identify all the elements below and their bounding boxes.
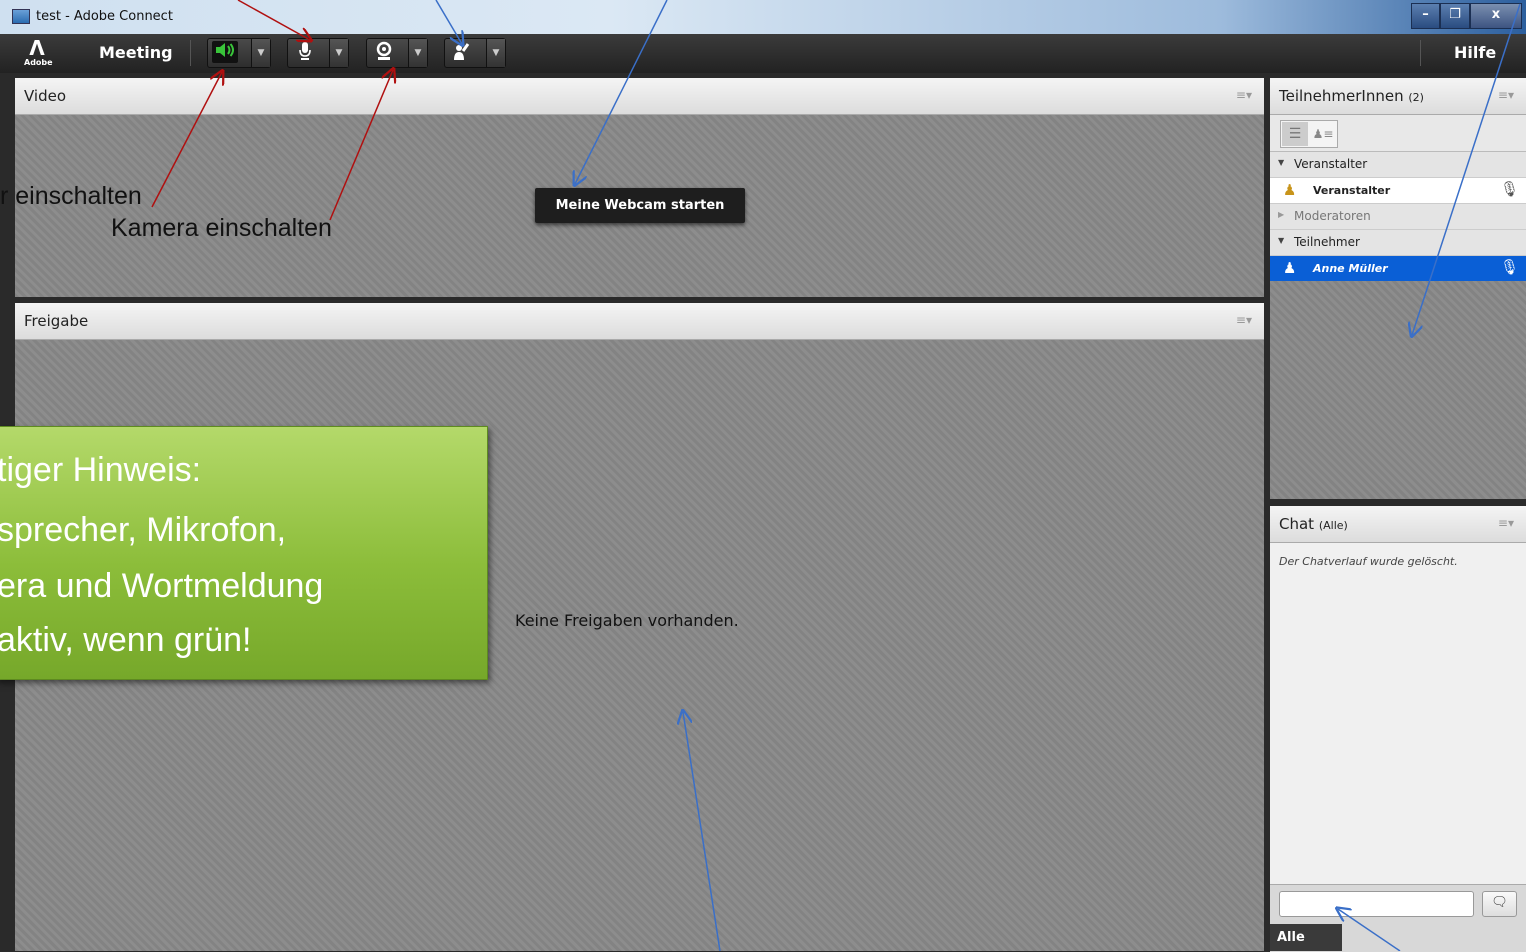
group-label: Teilnehmer bbox=[1294, 235, 1360, 249]
video-pod-title: Video bbox=[24, 87, 67, 105]
speaker-dropdown-icon[interactable]: ▼ bbox=[251, 39, 270, 67]
attendee-name: Anne Müller bbox=[1313, 262, 1388, 275]
pod-options-icon[interactable]: ≡▾ bbox=[1236, 88, 1252, 102]
connect-menubar: Λ Adobe Meeting ▼ ▼ ▼ ▼ Hilfe bbox=[0, 34, 1526, 73]
hint-line: aktiv, wenn grün! bbox=[0, 621, 252, 659]
expand-icon: ▼ bbox=[1278, 158, 1285, 167]
close-button[interactable]: x bbox=[1470, 3, 1522, 29]
app-icon bbox=[12, 9, 30, 24]
microphone-dropdown-icon[interactable]: ▼ bbox=[329, 39, 348, 67]
chat-recipient-tab[interactable]: Alle bbox=[1270, 924, 1342, 951]
chat-input[interactable] bbox=[1279, 891, 1474, 917]
raise-hand-icon bbox=[449, 41, 475, 63]
microphone-icon bbox=[292, 41, 318, 63]
mic-status-icon: 🎙 bbox=[1500, 258, 1520, 276]
attendee-name: Veranstalter bbox=[1313, 184, 1391, 197]
chat-message: Der Chatverlauf wurde gelöscht. bbox=[1279, 555, 1458, 568]
speaker-icon bbox=[212, 41, 238, 63]
window-title: test - Adobe Connect bbox=[36, 9, 173, 24]
chat-recipient-label: Alle bbox=[1277, 930, 1305, 945]
pod-options-icon[interactable]: ≡▾ bbox=[1498, 516, 1514, 530]
raise-hand-toggle[interactable]: ▼ bbox=[444, 38, 506, 68]
hint-line: tiger Hinweis: bbox=[0, 451, 202, 489]
microphone-toggle[interactable]: ▼ bbox=[287, 38, 349, 68]
annotation-hint-box: tiger Hinweis: sprecher, Mikrofon, era u… bbox=[0, 426, 488, 680]
status-view-icon[interactable]: ♟≡ bbox=[1310, 122, 1336, 146]
chat-pod: Chat (Alle) ≡▾ Der Chatverlauf wurde gel… bbox=[1270, 506, 1526, 952]
raise-hand-dropdown-icon[interactable]: ▼ bbox=[486, 39, 505, 67]
attendee-view-toolbar: ☰ ♟≡ bbox=[1270, 115, 1526, 152]
pod-options-icon[interactable]: ≡▾ bbox=[1236, 313, 1252, 327]
participant-icon: ♟ bbox=[1283, 259, 1297, 277]
maximize-button[interactable]: ❐ bbox=[1440, 3, 1470, 29]
annotation-speaker-label: r einschalten bbox=[0, 182, 142, 210]
collapse-icon: ▶ bbox=[1278, 210, 1285, 219]
hint-line: sprecher, Mikrofon, bbox=[0, 511, 287, 549]
view-toggle-group: ☰ ♟≡ bbox=[1280, 120, 1338, 148]
group-label: Moderatoren bbox=[1294, 209, 1371, 223]
attendee-row[interactable]: ♟ Veranstalter 🎙 bbox=[1270, 178, 1526, 204]
attendees-pod-header: TeilnehmerInnen (2) ≡▾ bbox=[1270, 78, 1526, 115]
minimize-button[interactable]: – bbox=[1411, 3, 1440, 29]
group-veranstalter[interactable]: ▼ Veranstalter bbox=[1270, 152, 1526, 178]
host-icon: ♟ bbox=[1283, 181, 1297, 199]
webcam-icon bbox=[371, 41, 397, 63]
mic-status-icon: 🎙 bbox=[1500, 180, 1520, 198]
share-pod-title: Freigabe bbox=[24, 312, 89, 330]
hint-line: era und Wortmeldung bbox=[0, 567, 324, 605]
attendees-title: TeilnehmerInnen bbox=[1279, 87, 1404, 105]
no-shares-message: Keine Freigaben vorhanden. bbox=[515, 611, 739, 630]
camera-dropdown-icon[interactable]: ▼ bbox=[408, 39, 427, 67]
menu-separator bbox=[1420, 40, 1421, 66]
window-title-bar: test - Adobe Connect – ❐ x bbox=[0, 0, 1526, 34]
speaker-toggle[interactable]: ▼ bbox=[207, 38, 271, 68]
attendee-count: (2) bbox=[1408, 91, 1424, 104]
adobe-logo: Λ Adobe bbox=[24, 36, 53, 67]
group-label: Veranstalter bbox=[1294, 157, 1368, 171]
menu-meeting[interactable]: Meeting bbox=[99, 43, 173, 62]
list-view-icon[interactable]: ☰ bbox=[1282, 122, 1308, 146]
group-teilnehmer[interactable]: ▼ Teilnehmer bbox=[1270, 230, 1526, 256]
pod-options-icon[interactable]: ≡▾ bbox=[1498, 88, 1514, 102]
chat-pod-header: Chat (Alle) ≡▾ bbox=[1270, 506, 1526, 543]
video-pod-header: Video ≡▾ bbox=[15, 78, 1264, 115]
chat-send-icon[interactable]: 🗨 bbox=[1482, 891, 1517, 917]
chat-title: Chat bbox=[1279, 515, 1315, 533]
expand-icon: ▼ bbox=[1278, 236, 1285, 245]
menu-help[interactable]: Hilfe bbox=[1454, 43, 1496, 62]
attendee-row-selected[interactable]: ♟ Anne Müller 🎙 bbox=[1270, 256, 1526, 281]
annotation-camera-label: Kamera einschalten bbox=[111, 214, 332, 242]
start-webcam-button[interactable]: Meine Webcam starten bbox=[535, 188, 745, 223]
share-pod-header: Freigabe ≡▾ bbox=[15, 303, 1264, 340]
menu-separator bbox=[190, 40, 191, 66]
camera-toggle[interactable]: ▼ bbox=[366, 38, 428, 68]
chat-scope: (Alle) bbox=[1318, 519, 1348, 532]
group-moderatoren[interactable]: ▶ Moderatoren bbox=[1270, 204, 1526, 230]
